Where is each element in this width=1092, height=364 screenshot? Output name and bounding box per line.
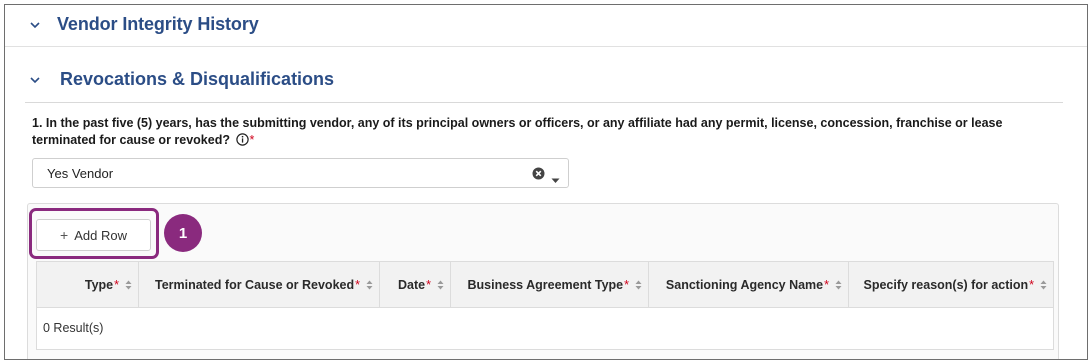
question-label: 1. In the past five (5) years, has the s… <box>32 115 1052 151</box>
select-value: Yes Vendor <box>47 166 114 181</box>
section-title: Vendor Integrity History <box>57 14 259 34</box>
column-label: Date <box>398 278 426 292</box>
required-marker: * <box>114 278 119 292</box>
column-header-terminated[interactable]: Terminated for Cause or Revoked * <box>139 262 380 308</box>
sort-icon[interactable] <box>366 280 373 290</box>
column-header-reasons[interactable]: Specify reason(s) for action * <box>849 262 1053 308</box>
section-header-vendor-integrity[interactable]: Vendor Integrity History <box>5 5 1087 47</box>
info-circle-icon[interactable] <box>236 133 250 151</box>
sort-icon[interactable] <box>437 280 444 290</box>
callout-highlight <box>29 208 159 259</box>
results-table: Type * Terminated for Cause or Revoked * D… <box>36 261 1054 350</box>
section-title: Revocations & Disqualifications <box>60 69 335 89</box>
column-header-sanctioning-agency[interactable]: Sanctioning Agency Name * <box>649 262 849 308</box>
question-text: 1. In the past five (5) years, has the s… <box>32 116 1003 147</box>
column-header-date[interactable]: Date * <box>380 262 451 308</box>
column-label: Business Agreement Type <box>467 278 624 292</box>
column-label: Type <box>84 278 114 292</box>
table-header-row: Type * Terminated for Cause or Revoked * D… <box>37 262 1053 308</box>
sort-icon[interactable] <box>635 280 642 290</box>
step-number-badge: 1 <box>164 214 202 252</box>
chevron-down-icon[interactable] <box>28 18 42 32</box>
required-marker: * <box>1029 278 1034 292</box>
required-marker: * <box>824 278 829 292</box>
required-marker: * <box>355 278 360 292</box>
sort-icon[interactable] <box>835 280 842 290</box>
column-label: Sanctioning Agency Name <box>665 278 824 292</box>
required-marker: * <box>249 133 255 147</box>
column-label: Terminated for Cause or Revoked <box>154 278 355 292</box>
form-panel: Vendor Integrity History Revocations & D… <box>4 4 1088 360</box>
caret-down-icon[interactable] <box>551 171 560 189</box>
sort-icon[interactable] <box>1040 280 1047 290</box>
chevron-down-icon[interactable] <box>28 73 42 87</box>
answer-select[interactable]: Yes Vendor <box>32 158 569 188</box>
column-header-type[interactable]: Type * <box>37 262 139 308</box>
section-header-revocations[interactable]: Revocations & Disqualifications <box>25 47 1063 103</box>
sort-icon[interactable] <box>125 280 132 290</box>
results-count: 0 Result(s) <box>43 321 104 335</box>
required-marker: * <box>426 278 431 292</box>
required-marker: * <box>624 278 629 292</box>
clear-circle-icon[interactable] <box>532 167 545 185</box>
column-header-business-agreement-type[interactable]: Business Agreement Type * <box>451 262 649 308</box>
column-label: Specify reason(s) for action <box>863 278 1029 292</box>
